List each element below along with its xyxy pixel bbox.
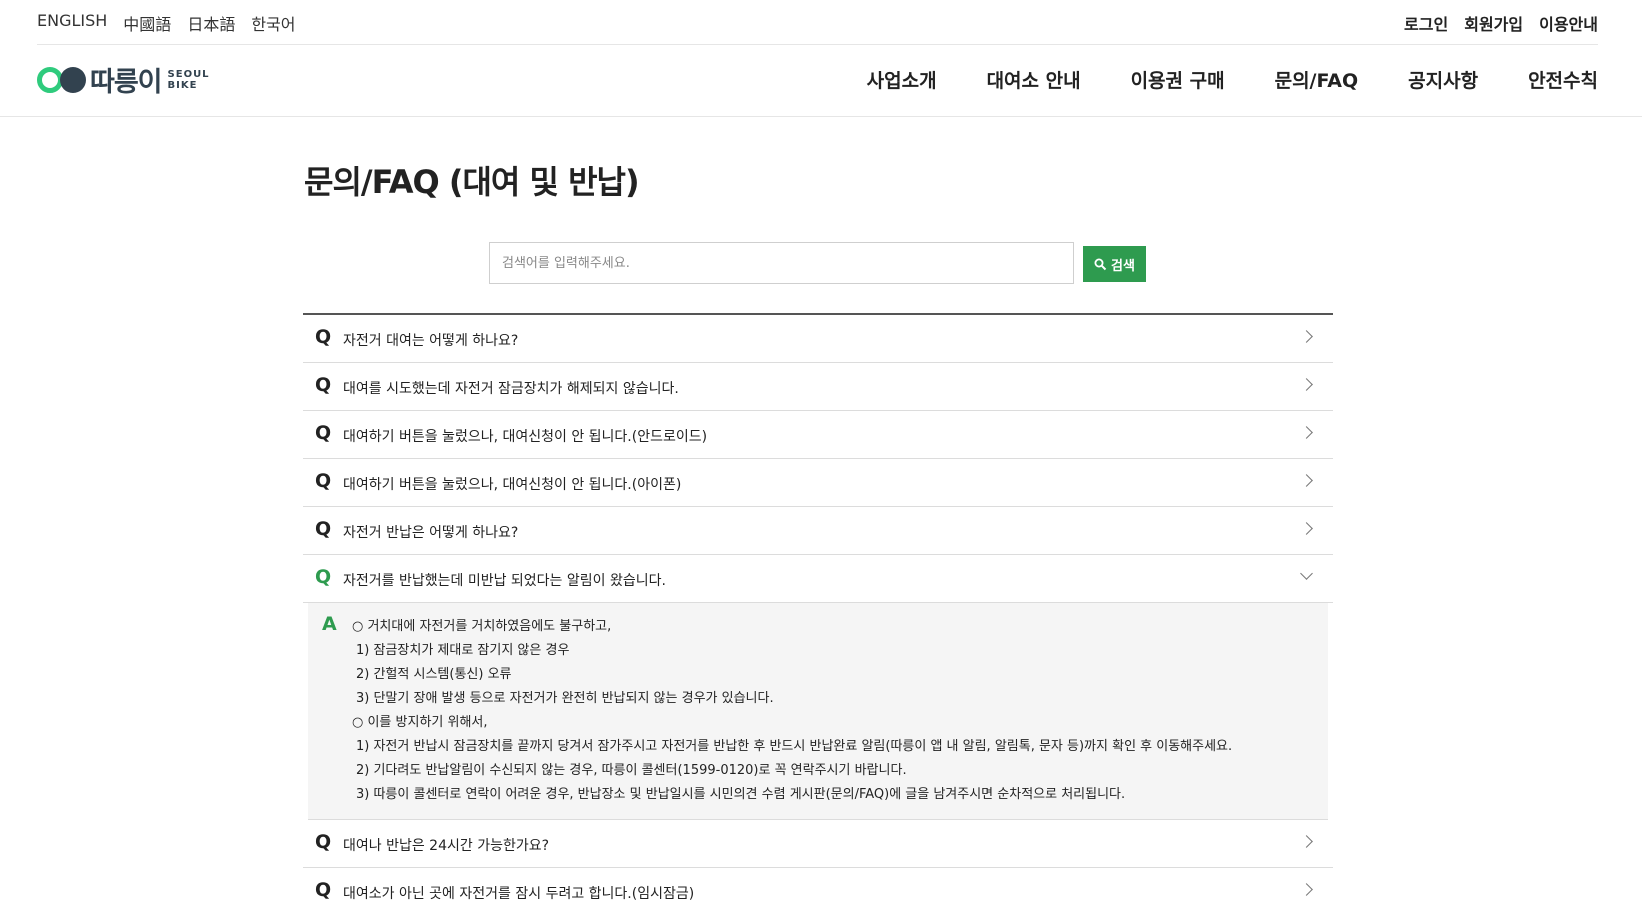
language-selector: ENGLISH 中國語 日本語 한국어 [37,11,296,35]
main-nav: 사업소개 대여소 안내 이용권 구매 문의/FAQ 공지사항 안전수칙 [867,66,1598,93]
signup-link[interactable]: 회원가입 [1464,11,1523,35]
question-mark: Q [315,422,332,444]
answer-line: 1) 잠금장치가 제대로 잠기지 않은 경우 [356,643,570,658]
chevron-right-icon [1300,522,1313,535]
faq-item[interactable]: Q 대여하기 버튼을 눌렀으나, 대여신청이 안 됩니다.(안드로이드) [303,411,1333,459]
logo-subtitle: SEOUL BIKE [167,68,210,91]
answer-line: 1) 자전거 반납시 잠금장치를 끝까지 당겨서 잠가주시고 자전거를 반납한 … [356,739,1233,754]
nav-safety[interactable]: 안전수칙 [1528,66,1598,93]
chevron-right-icon [1300,378,1313,391]
answer-line: 3) 따릉이 콜센터로 연락이 어려운 경우, 반납장소 및 반납일시를 시민의… [356,787,1126,802]
answer-mark: A [322,613,337,635]
search-button-label: 검색 [1111,258,1135,274]
nav-ticket[interactable]: 이용권 구매 [1131,66,1225,93]
question-mark: Q [315,374,332,396]
search-icon [1094,258,1107,270]
login-link[interactable]: 로그인 [1404,11,1448,35]
faq-question: 자전거 대여는 어떻게 하나요? [343,333,519,349]
chevron-right-icon [1300,426,1313,439]
faq-item[interactable]: Q 대여하기 버튼을 눌렀으나, 대여신청이 안 됩니다.(아이폰) [303,459,1333,507]
answer-body: ○ 거치대에 자전거를 거치하였음에도 불구하고, 1) 잠금장치가 제대로 잠… [308,615,1328,807]
faq-question: 대여하기 버튼을 눌렀으나, 대여신청이 안 됩니다.(아이폰) [343,477,682,493]
chevron-right-icon [1300,474,1313,487]
utility-bar: ENGLISH 中國語 日本語 한국어 로그인 회원가입 이용안내 [37,0,1598,45]
page-title: 문의/FAQ (대여 및 반납) [304,163,640,201]
chevron-right-icon [1300,835,1313,848]
faq-question: 대여소가 아닌 곳에 자전거를 잠시 두려고 합니다.(임시잠금) [343,886,695,902]
nav-stations[interactable]: 대여소 안내 [987,66,1081,93]
faq-question: 대여를 시도했는데 자전거 잠금장치가 해제되지 않습니다. [343,381,679,397]
member-menu: 로그인 회원가입 이용안내 [1404,11,1598,35]
search-input[interactable] [489,242,1074,284]
nav-about[interactable]: 사업소개 [867,66,937,93]
logo-mark-icon [37,65,87,95]
answer-line: ○ 이를 방지하기 위해서, [352,715,488,730]
faq-question: 자전거 반납은 어떻게 하나요? [343,525,519,541]
lang-japanese[interactable]: 日本語 [187,11,235,35]
question-mark: Q [315,518,332,540]
answer-line: ○ 거치대에 자전거를 거치하였음에도 불구하고, [352,619,612,634]
faq-item[interactable]: Q 대여를 시도했는데 자전거 잠금장치가 해제되지 않습니다. [303,363,1333,411]
faq-question: 대여하기 버튼을 눌렀으나, 대여신청이 안 됩니다.(안드로이드) [343,429,708,445]
lang-korean[interactable]: 한국어 [251,11,295,35]
faq-item[interactable]: Q 대여소가 아닌 곳에 자전거를 잠시 두려고 합니다.(임시잠금) [303,868,1333,913]
answer-line: 3) 단말기 장애 발생 등으로 자전거가 완전히 반납되지 않는 경우가 있습… [356,691,774,706]
faq-answer: A ○ 거치대에 자전거를 거치하였음에도 불구하고, 1) 잠금장치가 제대로… [308,603,1328,820]
guide-link[interactable]: 이용안내 [1539,11,1598,35]
faq-item-open[interactable]: Q 자전거를 반납했는데 미반납 되었다는 알림이 왔습니다. [303,555,1333,603]
faq-question: 자전거를 반납했는데 미반납 되었다는 알림이 왔습니다. [343,573,666,589]
logo-wordmark: 따릉이 [90,67,163,98]
question-mark: Q [315,566,332,588]
chevron-right-icon [1300,883,1313,896]
faq-item[interactable]: Q 대여나 반납은 24시간 가능한가요? [303,820,1333,868]
chevron-down-icon [1300,567,1313,580]
lang-chinese[interactable]: 中國語 [123,11,171,35]
nav-notice[interactable]: 공지사항 [1408,66,1478,93]
answer-line: 2) 기다려도 반납알림이 수신되지 않는 경우, 따릉이 콜센터(1599-0… [356,763,907,778]
lang-english[interactable]: ENGLISH [37,11,107,35]
faq-list: Q 자전거 대여는 어떻게 하나요? Q 대여를 시도했는데 자전거 잠금장치가… [303,313,1333,913]
site-logo[interactable]: 따릉이 SEOUL BIKE [37,60,210,99]
question-mark: Q [315,470,332,492]
answer-line: 2) 간헐적 시스템(통신) 오류 [356,667,512,682]
chevron-right-icon [1300,330,1313,343]
search-button[interactable]: 검색 [1083,246,1146,282]
site-header: 따릉이 SEOUL BIKE 사업소개 대여소 안내 이용권 구매 문의/FAQ… [0,46,1642,117]
question-mark: Q [315,879,332,901]
nav-faq[interactable]: 문의/FAQ [1275,66,1359,93]
question-mark: Q [315,831,332,853]
faq-question: 대여나 반납은 24시간 가능한가요? [343,838,550,854]
faq-item[interactable]: Q 자전거 반납은 어떻게 하나요? [303,507,1333,555]
faq-item[interactable]: Q 자전거 대여는 어떻게 하나요? [303,315,1333,363]
question-mark: Q [315,326,332,348]
